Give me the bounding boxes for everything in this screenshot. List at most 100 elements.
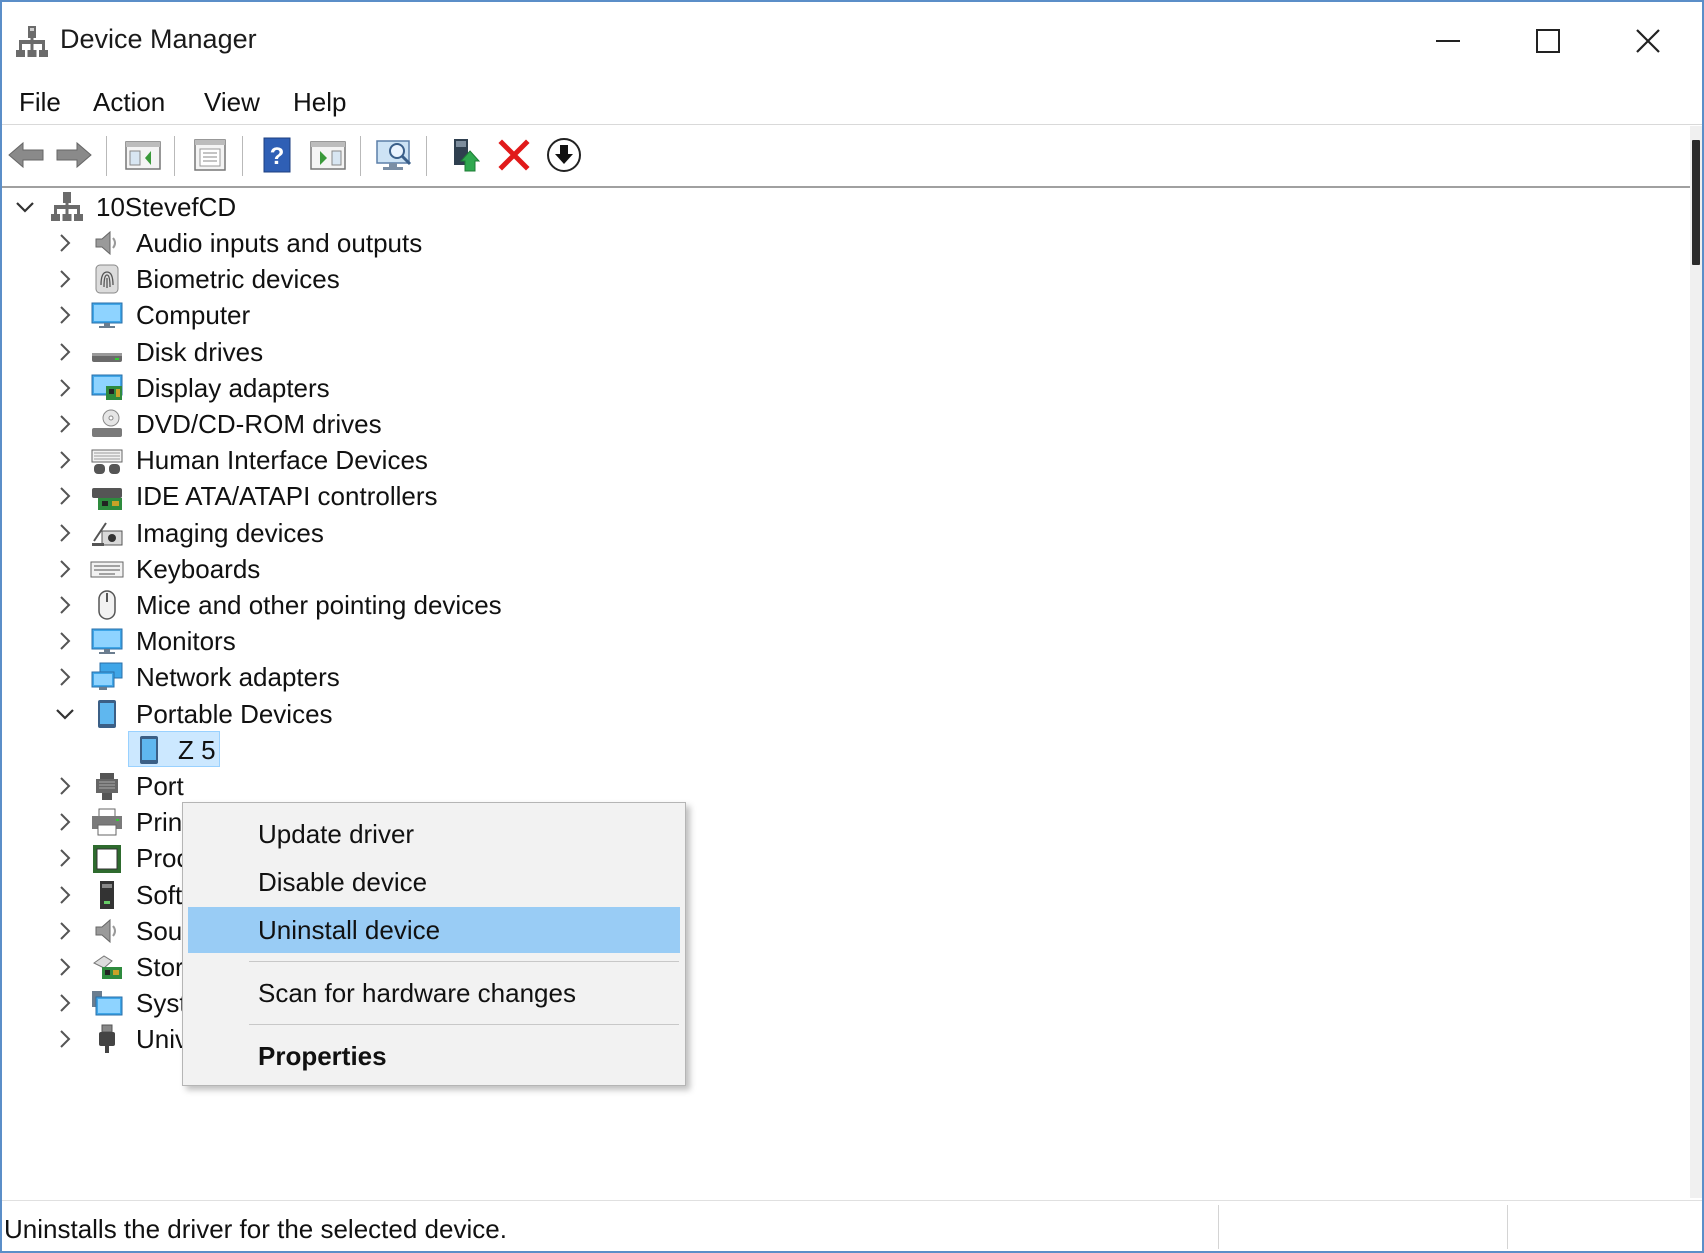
help-icon: ? [263, 137, 291, 173]
ctx-properties[interactable]: Properties [188, 1033, 680, 1079]
tree-category-item[interactable]: Imaging devices [2, 514, 902, 552]
tree-category-item[interactable]: Monitors [2, 622, 902, 660]
tree-category-item[interactable]: Display adapters [2, 369, 902, 407]
chevron-down-icon[interactable] [12, 194, 38, 220]
chevron-right-icon[interactable] [52, 990, 78, 1016]
disk-drive-icon [92, 352, 122, 362]
tree-category-item[interactable]: Keyboards [2, 550, 902, 588]
show-hide-console-tree-button[interactable] [122, 134, 164, 176]
chevron-right-icon[interactable] [52, 592, 78, 618]
menu-view[interactable]: View [198, 84, 266, 120]
port-icon [96, 773, 118, 800]
chevron-right-icon[interactable] [52, 302, 78, 328]
download-icon [547, 138, 581, 172]
computer-root-icon [51, 192, 83, 221]
tree-item-label: Keyboards [136, 553, 261, 584]
menu-help[interactable]: Help [287, 84, 352, 120]
maximize-icon [1536, 29, 1560, 53]
fingerprint-icon [95, 264, 119, 294]
tree-category-item[interactable]: Computer [2, 296, 902, 334]
device-manager-app-icon [16, 24, 48, 58]
tree-item-label: Z 5 [178, 734, 216, 765]
tree-category-item[interactable]: Audio inputs and outputs [2, 224, 902, 262]
tree-category-item[interactable]: Port [2, 767, 902, 805]
chevron-right-icon[interactable] [52, 628, 78, 654]
chevron-right-icon[interactable] [52, 556, 78, 582]
tree-item-label: Soft [136, 879, 183, 910]
chevron-right-icon[interactable] [52, 954, 78, 980]
tree-item-label: Sou [136, 915, 183, 946]
chevron-right-icon[interactable] [52, 520, 78, 546]
chevron-right-icon[interactable] [52, 483, 78, 509]
tree-item-label: Human Interface Devices [136, 445, 428, 476]
menu-action[interactable]: Action [87, 84, 171, 120]
status-bar: Uninstalls the driver for the selected d… [2, 1200, 1702, 1251]
back-button[interactable] [5, 134, 47, 176]
chevron-right-icon[interactable] [52, 918, 78, 944]
monitor-icon [91, 628, 123, 655]
chevron-down-icon[interactable] [52, 701, 78, 727]
ctx-disable-device[interactable]: Disable device [188, 859, 680, 905]
minimize-button[interactable] [1398, 2, 1498, 80]
toolbar-separator [426, 136, 427, 176]
chevron-right-icon[interactable] [52, 773, 78, 799]
tree-category-item[interactable]: IDE ATA/ATAPI controllers [2, 477, 902, 515]
ctx-scan-hardware[interactable]: Scan for hardware changes [188, 970, 680, 1016]
uninstall-button[interactable] [493, 134, 535, 176]
tree-category-item[interactable]: Network adapters [2, 658, 902, 696]
device-manager-window: Device Manager File Action View Help ? 1… [0, 0, 1704, 1253]
chevron-right-icon[interactable] [52, 375, 78, 401]
chevron-right-icon[interactable] [52, 882, 78, 908]
help-button[interactable]: ? [256, 134, 298, 176]
tree-item-label: Disk drives [136, 336, 264, 367]
action-pane-button[interactable] [307, 134, 349, 176]
back-icon [8, 141, 44, 169]
status-divider [1507, 1205, 1508, 1249]
chevron-right-icon[interactable] [52, 230, 78, 256]
tree-item-label: Computer [136, 300, 251, 331]
chevron-right-icon[interactable] [52, 447, 78, 473]
chevron-right-icon[interactable] [52, 411, 78, 437]
properties-button[interactable] [189, 134, 231, 176]
display-adapter-icon [91, 374, 123, 400]
chevron-right-icon[interactable] [52, 809, 78, 835]
show-hide-console-tree-icon [125, 141, 161, 170]
tree-category-item[interactable]: Portable Devices [2, 695, 902, 733]
chevron-right-icon[interactable] [52, 664, 78, 690]
status-divider [1218, 1205, 1219, 1249]
toolbar: ? [2, 126, 1702, 188]
ctx-update-driver[interactable]: Update driver [188, 811, 680, 857]
menu-bar: File Action View Help [2, 80, 1702, 125]
vertical-scrollbar[interactable] [1690, 126, 1702, 1198]
toolbar-separator [360, 136, 361, 176]
chevron-right-icon[interactable] [52, 1026, 78, 1052]
tree-item-label: Imaging devices [136, 517, 324, 548]
download-button[interactable] [543, 134, 585, 176]
ctx-uninstall-device[interactable]: Uninstall device [188, 907, 680, 953]
ide-controller-icon [92, 488, 122, 511]
forward-button[interactable] [53, 134, 95, 176]
tree-category-item[interactable]: DVD/CD-ROM drives [2, 405, 902, 443]
scan-hardware-button[interactable] [374, 134, 416, 176]
chevron-right-icon[interactable] [52, 266, 78, 292]
update-driver-icon [454, 139, 481, 172]
close-button[interactable] [1598, 2, 1698, 80]
tree-category-item[interactable]: Biometric devices [2, 260, 902, 298]
storage-icon [93, 955, 122, 979]
menu-file[interactable]: File [13, 84, 67, 120]
update-driver-button[interactable] [444, 134, 486, 176]
dvd-drive-icon [92, 409, 122, 437]
tree-root[interactable]: 10StevefCD [2, 188, 902, 226]
scrollbar-thumb[interactable] [1692, 140, 1700, 265]
tablet-icon [140, 735, 158, 764]
chevron-right-icon[interactable] [52, 339, 78, 365]
context-menu: Update driver Disable device Uninstall d… [182, 802, 686, 1086]
tree-category-item[interactable]: Disk drives [2, 333, 902, 371]
maximize-button[interactable] [1498, 2, 1598, 80]
tree-category-item[interactable]: Human Interface Devices [2, 441, 902, 479]
tree-device-item[interactable]: Z 5 [2, 730, 902, 769]
forward-icon [56, 141, 92, 169]
status-text: Uninstalls the driver for the selected d… [4, 1214, 507, 1244]
tree-category-item[interactable]: Mice and other pointing devices [2, 586, 902, 624]
chevron-right-icon[interactable] [52, 845, 78, 871]
